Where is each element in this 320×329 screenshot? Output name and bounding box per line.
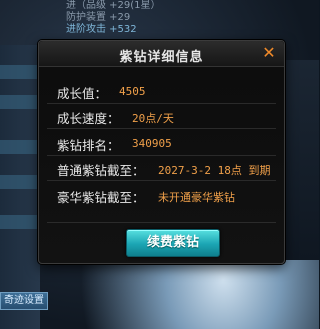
row-divider [47,180,276,181]
background-stat-line: 防护装置 +29 [66,12,131,23]
growth-value: 4505 [119,85,146,98]
growth-value-label: 成长值： [57,86,108,101]
rank-row: 紫钻排名： 340905 [39,133,284,155]
footer-divider [47,222,276,223]
dialog-title: 紫钻详细信息 [119,50,204,65]
side-menu-item [0,140,40,154]
close-icon[interactable]: ✕ [260,44,278,62]
background-settings-tag[interactable]: 奇迹设置 [0,292,48,310]
growth-speed-label: 成长速度： [57,111,120,126]
background-side-menu [0,45,40,329]
side-menu-item [0,95,40,109]
rank-value: 340905 [132,137,172,150]
luxury-expiry-row: 豪华紫钻截至： 未开通豪华紫钻 [39,185,284,207]
row-divider [47,155,276,156]
growth-speed-value: 20点/天 [132,112,174,125]
normal-expiry-row: 普通紫钻截至： 2027-3-2 18点 到期 [39,158,284,180]
side-menu-item [0,65,40,79]
background-panel-right [283,60,319,260]
side-menu-item [0,215,40,229]
luxury-expiry-value: 未开通豪华紫钻 [158,191,235,204]
side-menu-item [0,175,40,189]
row-divider [47,103,276,104]
background-stat-line: 进（品级 +29(1星） [66,0,161,11]
normal-expiry-value: 2027-3-2 18点 到期 [158,164,271,177]
renew-button[interactable]: 续费紫钻 [126,229,220,257]
normal-expiry-label: 普通紫钻截至： [57,163,145,178]
rank-label: 紫钻排名： [57,138,120,153]
background-stat-line: 进阶攻击 +532 [66,24,137,35]
purple-diamond-detail-dialog: 紫钻详细信息 ✕ 成长值： 4505 成长速度： 20点/天 紫钻排名： 340… [38,40,285,264]
luxury-expiry-label: 豪华紫钻截至： [57,190,145,205]
growth-value-row: 成长值： 4505 [39,81,284,103]
background-stats: 进（品级 +29(1星） 防护装置 +29 进阶攻击 +532 [66,0,266,45]
dialog-title-bar[interactable]: 紫钻详细信息 ✕ [39,41,284,67]
row-divider [47,128,276,129]
growth-speed-row: 成长速度： 20点/天 [39,106,284,128]
